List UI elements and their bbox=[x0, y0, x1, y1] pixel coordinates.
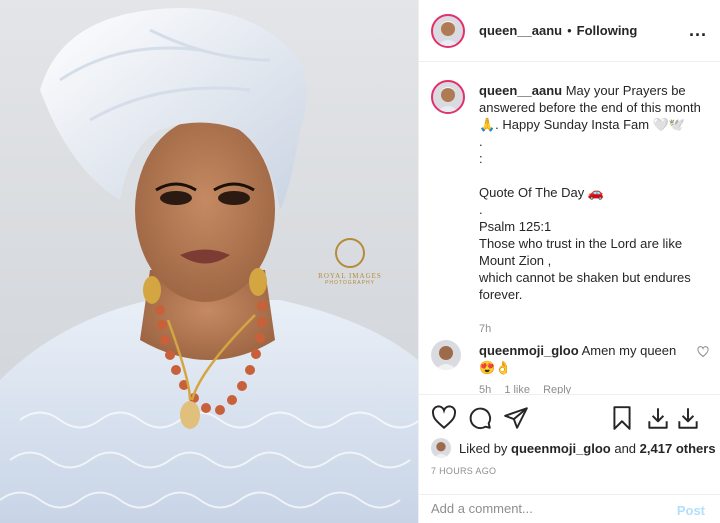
caption-text: queen__aanu May your Prayers be answered… bbox=[479, 82, 709, 303]
liker-username[interactable]: queenmoji_gloo bbox=[511, 441, 611, 456]
post-comment-button[interactable]: Post bbox=[677, 503, 705, 518]
comment-like-heart-icon[interactable] bbox=[697, 346, 709, 361]
add-comment-input[interactable] bbox=[431, 501, 661, 516]
likes-count[interactable]: 2,417 others bbox=[640, 441, 716, 456]
comment-emoji: 😍👌 bbox=[479, 360, 512, 375]
comment-time: 5h bbox=[479, 384, 492, 394]
author-avatar[interactable] bbox=[431, 13, 465, 48]
likes-prefix: Liked by bbox=[459, 440, 508, 456]
add-comment-bar: Post bbox=[419, 494, 720, 523]
watermark-logo-icon bbox=[335, 238, 365, 268]
comment-likes[interactable]: 1 like bbox=[504, 384, 530, 394]
caption-line: . bbox=[479, 202, 483, 217]
author-username[interactable]: queen__aanu bbox=[479, 23, 562, 38]
commenter-username[interactable]: queenmoji_gloo bbox=[479, 343, 579, 358]
caption-line: : bbox=[479, 151, 483, 166]
download-alt-icon[interactable] bbox=[675, 405, 701, 431]
watermark-subtitle: PHOTOGRAPHY bbox=[325, 280, 375, 286]
watermark-title: ROYAL IMAGES bbox=[318, 272, 382, 280]
caption-line bbox=[479, 167, 709, 184]
caption-line: which cannot be shaken but endures forev… bbox=[479, 270, 691, 302]
post-photo[interactable]: ROYAL IMAGES PHOTOGRAPHY bbox=[0, 0, 418, 523]
share-plane-icon[interactable] bbox=[503, 405, 529, 431]
post-detail-panel: queen__aanu • Following ... queen__aanu … bbox=[418, 0, 720, 523]
comments-section[interactable]: queen__aanu May your Prayers be answered… bbox=[419, 62, 720, 394]
post-timestamp[interactable]: 7 HOURS AGO bbox=[431, 466, 496, 476]
commenter-avatar[interactable] bbox=[431, 340, 461, 370]
comment-text: queenmoji_gloo Amen my queen 😍👌 bbox=[479, 342, 679, 376]
comment-reply-button[interactable]: Reply bbox=[543, 384, 571, 394]
comment-meta: 5h 1 like Reply bbox=[479, 384, 581, 394]
caption-line: Psalm 125:1 bbox=[479, 219, 552, 234]
caption-line: Quote Of The Day 🚗 bbox=[479, 185, 605, 200]
separator-dot: • bbox=[567, 23, 572, 38]
photographer-watermark: ROYAL IMAGES PHOTOGRAPHY bbox=[318, 238, 382, 286]
comment-bubble-icon[interactable] bbox=[467, 405, 493, 431]
download-icon[interactable] bbox=[645, 405, 671, 431]
following-button[interactable]: Following bbox=[577, 23, 638, 38]
like-heart-icon[interactable] bbox=[431, 405, 457, 431]
caption-username[interactable]: queen__aanu bbox=[479, 83, 562, 98]
likes-and: and bbox=[614, 440, 637, 456]
more-options-icon[interactable]: ... bbox=[689, 20, 707, 41]
liker-avatar[interactable] bbox=[431, 438, 451, 458]
caption-line: Those who trust in the Lord are like Mou… bbox=[479, 236, 683, 268]
caption-time[interactable]: 7h bbox=[479, 323, 491, 335]
comment-body: Amen my queen bbox=[581, 343, 677, 358]
caption-line: . bbox=[479, 134, 483, 149]
save-bookmark-icon[interactable] bbox=[609, 405, 635, 431]
action-bar bbox=[419, 394, 720, 442]
caption-avatar[interactable] bbox=[431, 80, 465, 114]
post-header: queen__aanu • Following ... bbox=[419, 0, 720, 62]
likes-summary: Liked by queenmoji_gloo and 2,417 others bbox=[431, 438, 716, 458]
